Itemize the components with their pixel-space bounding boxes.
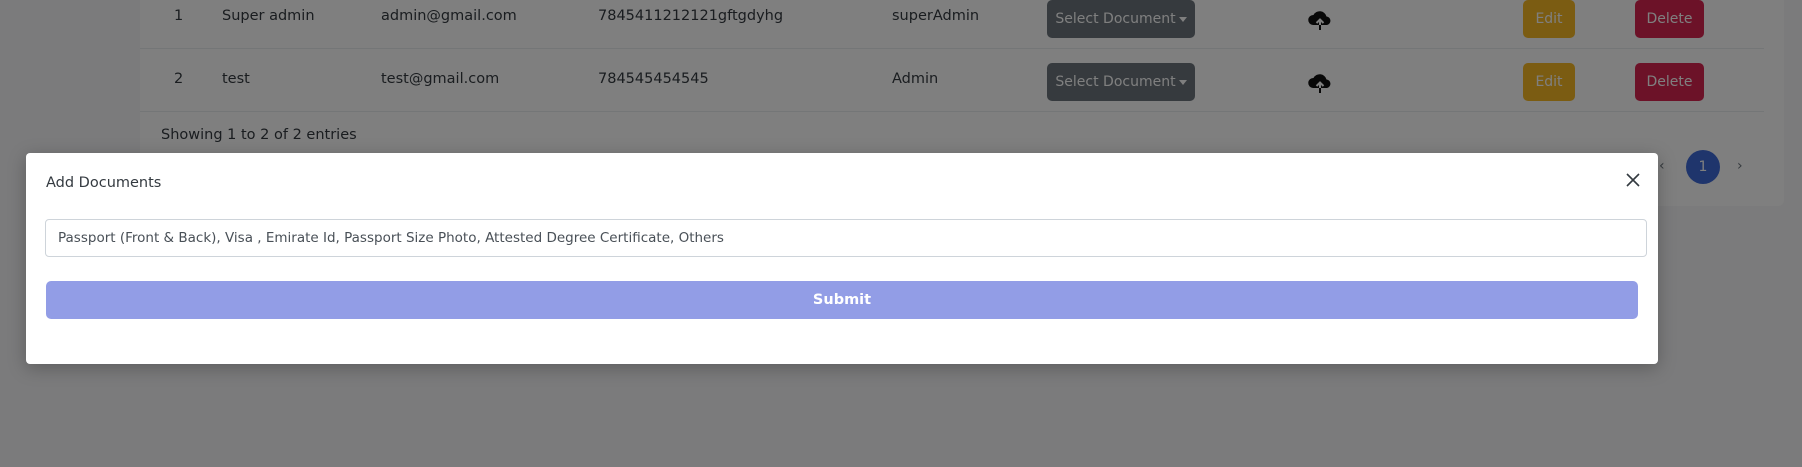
submit-button[interactable]: Submit	[46, 281, 1638, 319]
close-icon[interactable]	[1624, 171, 1642, 189]
modal-title: Add Documents	[46, 175, 162, 191]
documents-input[interactable]: Passport (Front & Back), Visa , Emirate …	[45, 219, 1647, 257]
add-documents-modal: Add Documents Passport (Front & Back), V…	[26, 153, 1658, 364]
page: 1 Super admin admin@gmail.com 7845411212…	[0, 0, 1802, 467]
